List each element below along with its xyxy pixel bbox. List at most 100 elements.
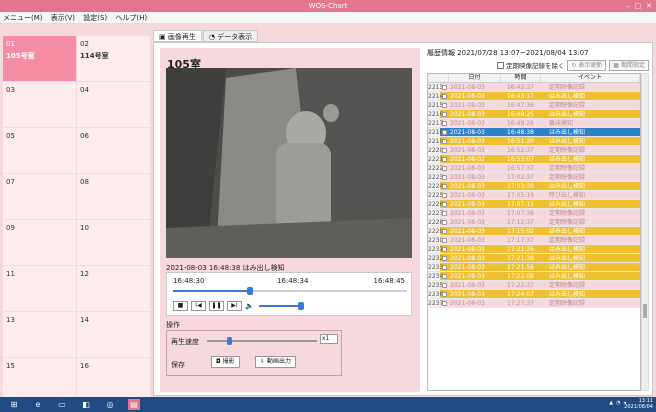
table-scrollbar[interactable] — [641, 73, 649, 391]
network-icon[interactable]: ◔ — [616, 400, 620, 406]
tray-up-icon[interactable]: ▲ — [609, 400, 613, 406]
seek-bar[interactable] — [173, 287, 407, 295]
table-row[interactable]: 2230 2021-08-03 17:17:37 定期映像記録 — [428, 236, 640, 245]
row-checkbox[interactable] — [440, 164, 449, 172]
room-tile-10[interactable]: 10 — [77, 220, 150, 265]
snapshot-button[interactable]: ◘ 撮影 — [211, 356, 240, 368]
speed-slider[interactable] — [207, 337, 317, 345]
row-checkbox[interactable] — [440, 101, 449, 109]
table-row[interactable]: 2221 2021-08-02 16:53:07 はみ出し検知 — [428, 155, 640, 164]
room-tile-11[interactable]: 11 — [3, 266, 76, 311]
row-checkbox[interactable] — [440, 236, 449, 244]
table-row[interactable]: 2219 2021-08-03 16:51:20 はみ出し検知 — [428, 137, 640, 146]
table-row[interactable]: 2224 2021-08-03 17:03:38 はみ出し検知 — [428, 182, 640, 191]
exclude-periodic-checkbox[interactable]: 定期映像記録を除く — [496, 60, 564, 70]
row-checkbox[interactable] — [440, 191, 449, 199]
table-row[interactable]: 2225 2021-08-03 17:05:16 呼び出し検知 — [428, 191, 640, 200]
room-tile-08[interactable]: 08 — [77, 174, 150, 219]
table-row[interactable]: 2223 2021-08-03 17:02:37 定期映像記録 — [428, 173, 640, 182]
row-checkbox[interactable] — [440, 299, 449, 307]
row-checkbox[interactable] — [440, 128, 449, 136]
row-checkbox[interactable] — [440, 245, 449, 253]
table-row[interactable]: 2234 2021-08-03 17:22:08 はみ出し検知 — [428, 272, 640, 281]
checkbox-box[interactable] — [496, 61, 504, 69]
row-checkbox[interactable] — [440, 209, 449, 217]
row-checkbox[interactable] — [440, 173, 449, 181]
room-tile-04[interactable]: 04 — [77, 82, 150, 127]
scrollbar-thumb[interactable] — [643, 304, 647, 318]
row-checkbox[interactable] — [440, 119, 449, 127]
minimize-icon[interactable]: – — [626, 0, 630, 12]
row-checkbox[interactable] — [440, 272, 449, 280]
row-checkbox[interactable] — [440, 92, 449, 100]
volume-slider[interactable] — [258, 302, 304, 310]
table-row[interactable]: 2217 2021-08-03 16:48:26 離床検知 — [428, 119, 640, 128]
menu-item-settings[interactable]: 設定(S) — [83, 14, 107, 22]
taskbar-wos-chart[interactable]: ▤ — [128, 399, 140, 410]
column-header-event[interactable]: イベント — [541, 74, 640, 82]
taskbar-browser[interactable]: e — [32, 399, 44, 410]
taskbar-clock[interactable]: 13:11 2021/08/04 — [624, 398, 653, 410]
table-row[interactable]: 2237 2021-08-03 17:27:37 定期映像記録 — [428, 299, 640, 308]
table-row[interactable]: 2226 2021-08-03 17:07:15 はみ出し検知 — [428, 200, 640, 209]
table-row[interactable]: 2231 2021-08-03 17:21:26 はみ出し検知 — [428, 245, 640, 254]
row-checkbox[interactable] — [440, 155, 449, 163]
room-tile-13[interactable]: 13 — [3, 312, 76, 357]
room-tile-07[interactable]: 07 — [3, 174, 76, 219]
table-row[interactable]: 2229 2021-08-03 17:15:02 はみ出し検知 — [428, 227, 640, 236]
row-checkbox[interactable] — [440, 146, 449, 154]
room-tile-02[interactable]: 02 114号室 — [77, 36, 150, 81]
row-checkbox[interactable] — [440, 83, 449, 91]
room-tile-06[interactable]: 06 — [77, 128, 150, 173]
period-button[interactable]: ▦ 期間指定 — [609, 59, 649, 71]
row-checkbox[interactable] — [440, 218, 449, 226]
row-checkbox[interactable] — [440, 200, 449, 208]
speed-slider-handle[interactable] — [227, 337, 232, 345]
close-icon[interactable]: ✕ — [646, 0, 652, 12]
table-row[interactable]: 2216 2021-08-03 16:48:25 はみ出し検知 — [428, 110, 640, 119]
table-row[interactable]: 2222 2021-08-03 16:57:37 定期映像記録 — [428, 164, 640, 173]
taskbar-app2[interactable]: ◎ — [104, 399, 116, 410]
row-checkbox[interactable] — [440, 263, 449, 271]
row-checkbox[interactable] — [440, 137, 449, 145]
table-row[interactable]: 2218 2021-08-03 16:48:38 はみ出し検知 — [428, 128, 640, 137]
previous-button[interactable]: I◀ — [191, 301, 206, 311]
table-row[interactable]: 2215 2021-08-03 16:47:36 定期映像記録 — [428, 101, 640, 110]
row-checkbox[interactable] — [440, 281, 449, 289]
pause-button[interactable]: ❚❚ — [209, 301, 224, 311]
tab-image-playback[interactable]: ▣ 画像再生 — [153, 30, 202, 42]
table-row[interactable]: 2232 2021-08-03 17:21:38 はみ出し検知 — [428, 254, 640, 263]
taskbar-explorer[interactable]: ▭ — [56, 399, 68, 410]
refresh-button[interactable]: ↻ 表示更新 — [567, 59, 607, 71]
menu-item-view[interactable]: 表示(V) — [51, 14, 75, 22]
room-tile-09[interactable]: 09 — [3, 220, 76, 265]
export-video-button[interactable]: ⇩ 動画出力 — [255, 356, 296, 368]
menu-item-help[interactable]: ヘルプ(H) — [115, 14, 147, 22]
table-row[interactable]: 2220 2021-08-03 16:52:37 定期映像記録 — [428, 146, 640, 155]
row-checkbox[interactable] — [440, 227, 449, 235]
table-row[interactable]: 2228 2021-08-03 17:12:37 定期映像記録 — [428, 218, 640, 227]
menu-item-menu[interactable]: メニュー(M) — [3, 14, 43, 22]
video-frame[interactable] — [166, 68, 412, 258]
table-row[interactable]: 2227 2021-08-03 17:07:36 定期映像記録 — [428, 209, 640, 218]
table-row[interactable]: 2213 2021-08-03 16:42:37 定期映像記録 — [428, 83, 640, 92]
row-checkbox[interactable] — [440, 254, 449, 262]
stop-button[interactable]: ■ — [173, 301, 188, 311]
table-row[interactable]: 2214 2021-08-03 16:43:17 はみ出し検知 — [428, 92, 640, 101]
room-tile-05[interactable]: 05 — [3, 128, 76, 173]
row-checkbox[interactable] — [440, 182, 449, 190]
volume-icon[interactable]: 🔈 — [245, 302, 254, 310]
start-button[interactable]: ⊞ — [8, 399, 20, 410]
maximize-icon[interactable]: □ — [635, 0, 642, 12]
seek-bar-handle[interactable] — [247, 287, 254, 295]
next-button[interactable]: ▶I — [227, 301, 242, 311]
column-header-date[interactable]: 日付 — [449, 74, 501, 82]
table-row[interactable]: 2233 2021-08-03 17:21:56 はみ出し検知 — [428, 263, 640, 272]
table-row[interactable]: 2236 2021-08-03 17:24:07 はみ出し検知 — [428, 290, 640, 299]
row-checkbox[interactable] — [440, 110, 449, 118]
column-header-time[interactable]: 時間 — [501, 74, 541, 82]
table-row[interactable]: 2235 2021-08-03 17:22:37 定期映像記録 — [428, 281, 640, 290]
taskbar-app[interactable]: ◧ — [80, 399, 92, 410]
tab-data-display[interactable]: ◔ データ表示 — [202, 30, 259, 42]
room-tile-01[interactable]: 01 105号室 — [3, 36, 76, 81]
